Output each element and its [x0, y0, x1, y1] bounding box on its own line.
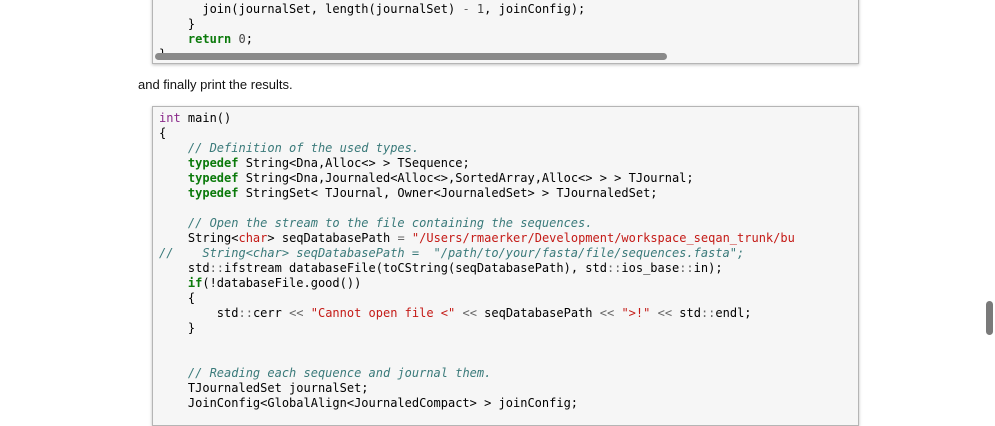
- code-2-line-3: // Definition of the used types.: [187, 141, 420, 155]
- code-2-line-7: [159, 201, 858, 216]
- code-2-line-19: TJournaledSet journalSet;: [159, 381, 369, 395]
- code-2-line-11: std::ifstream databaseFile(toCString(seq…: [159, 261, 723, 275]
- code-2-line-13: {: [159, 291, 196, 305]
- code-2-line-12: if(!databaseFile.good()): [187, 276, 362, 290]
- code-2-line-15: }: [159, 321, 196, 335]
- code-2-line-20: JoinConfig<GlobalAlign<JournaledCompact>…: [159, 396, 579, 410]
- code-1-line-1: join(journalSet, length(journalSet) - 1,…: [159, 2, 586, 16]
- code-2-line-2: {: [159, 126, 167, 140]
- code-2-line-8: // Open the stream to the file containin…: [187, 216, 593, 230]
- code-2-line-18: // Reading each sequence and journal the…: [187, 366, 492, 380]
- code-2-line-10: // String<char> seqDatabasePath = "/path…: [159, 246, 745, 260]
- code-2-line-17: [159, 351, 858, 366]
- code-listing-2: int main(){ // Definition of the used ty…: [153, 107, 858, 411]
- code-2-line-14: std::cerr << "Cannot open file <" << seq…: [159, 306, 752, 320]
- code-2-line-5: typedef String<Dna,Journaled<Alloc<>,Sor…: [187, 171, 694, 185]
- code-2-line-1: int main(): [159, 111, 232, 125]
- code-2-line-4: typedef String<Dna,Alloc<> > TSequence;: [187, 156, 470, 170]
- code-block-end-of-function: join(journalSet, length(journalSet) - 1,…: [152, 0, 859, 64]
- code-2-line-9: String<char> seqDatabasePath = "/Users/r…: [159, 231, 795, 245]
- code-1-line-3: return 0;: [187, 32, 253, 46]
- code-block-main-function: int main(){ // Definition of the used ty…: [152, 106, 859, 426]
- code-2-line-16: [159, 336, 858, 351]
- page-scrollbar-thumb[interactable]: [986, 301, 993, 335]
- body-paragraph: and finally print the results.: [138, 77, 293, 92]
- code-2-line-6: typedef StringSet< TJournal, Owner<Journ…: [187, 186, 658, 200]
- horizontal-scrollbar[interactable]: [155, 53, 667, 60]
- code-1-line-2: }: [159, 17, 196, 31]
